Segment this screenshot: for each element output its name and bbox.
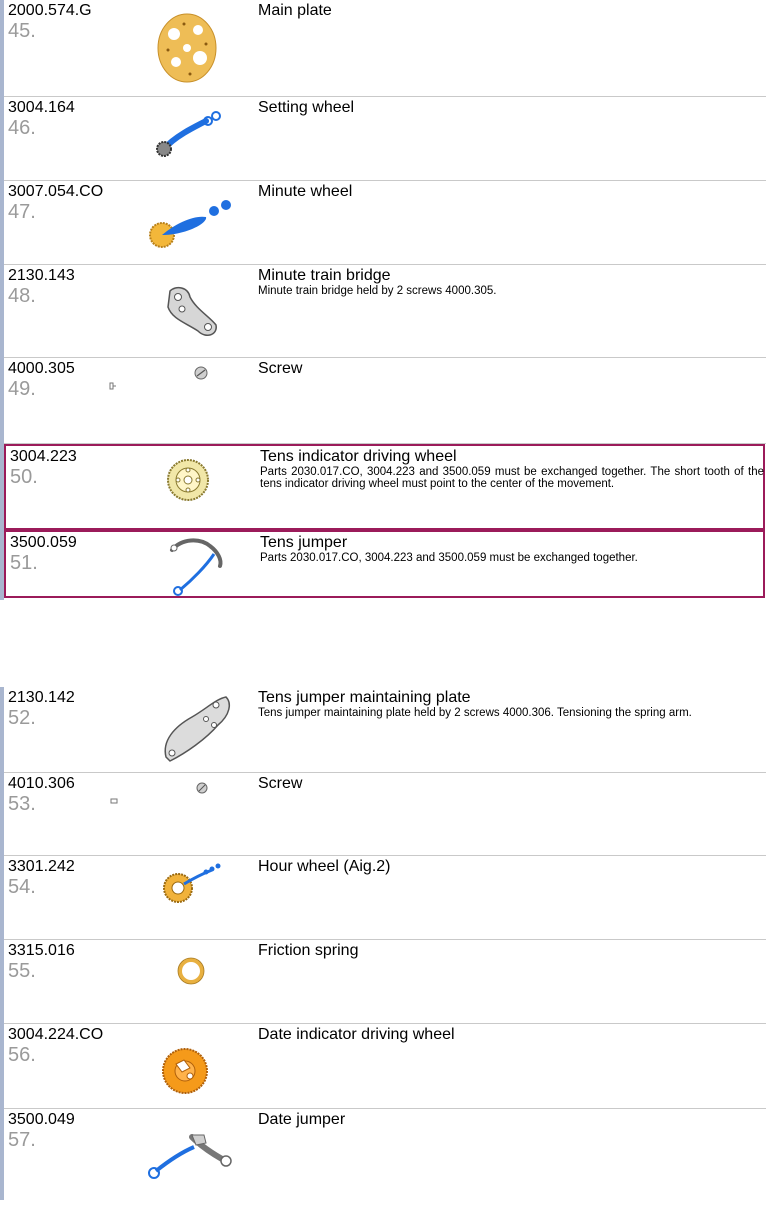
friction-spring-icon [177,957,205,985]
part-reference: 4000.305 [8,360,75,377]
part-description: Minute train bridge held by 2 screws 400… [258,285,497,297]
part-reference: 3004.164 [8,99,75,116]
part-reference: 3004.224.CO [8,1026,104,1043]
screw-icon [196,782,208,794]
screw-side-icon [110,798,118,804]
parts-list-section-1: 2000.574.G 45. Main plate 3004.164 46. S… [0,0,767,600]
part-reference: 2130.142 [8,689,75,706]
part-title: Date indicator driving wheel [258,1026,455,1043]
hour-wheel-icon [163,863,221,903]
part-title: Screw [258,360,303,377]
part-reference: 3500.059 [10,534,77,551]
part-number: 49. [8,378,36,400]
part-title: Date jumper [258,1111,346,1128]
date-driving-wheel-icon [162,1048,208,1094]
part-title: Main plate [258,2,332,19]
part-number: 55. [8,960,36,982]
part-reference: 3007.054.CO [8,183,104,200]
part-number: 51. [10,552,38,574]
maintaining-plate-icon [164,696,231,762]
screw-side-icon [109,382,116,390]
part-row: 4000.305 49. Screw [4,358,766,444]
date-jumper-icon [148,1134,232,1179]
part-row: 2130.142 52. Tens jumper maintaining pla… [4,687,766,773]
tens-jumper-icon [170,538,223,596]
part-title: Friction spring [258,942,359,959]
part-number: 47. [8,201,36,223]
part-row: 3500.049 57. Date jumper [4,1109,766,1200]
part-title: Minute wheel [258,183,353,200]
part-reference: 3500.049 [8,1111,75,1128]
part-number: 48. [8,285,36,307]
part-title: Tens jumper maintaining plate [258,689,471,706]
part-title: Hour wheel (Aig.2) [258,858,391,875]
part-reference: 2130.143 [8,267,75,284]
part-number: 45. [8,20,36,42]
part-reference: 4010.306 [8,775,75,792]
part-number: 57. [8,1129,36,1151]
part-number: 56. [8,1044,36,1066]
part-row: 4010.306 53. Screw [4,773,766,856]
main-plate-icon [157,13,217,83]
part-description: Tens jumper maintaining plate held by 2 … [258,707,692,719]
part-reference: 3301.242 [8,858,75,875]
part-row: 2000.574.G 45. Main plate [4,0,766,97]
minute-wheel-icon [149,200,231,248]
part-row: 3004.224.CO 56. Date indicator driving w… [4,1024,766,1109]
part-number: 46. [8,117,36,139]
part-row: 3315.016 55. Friction spring [4,940,766,1024]
part-title: Screw [258,775,303,792]
part-title: Tens indicator driving wheel [260,448,457,465]
part-description: Parts 2030.017.CO, 3004.223 and 3500.059… [260,466,764,490]
part-description: Parts 2030.017.CO, 3004.223 and 3500.059… [260,552,638,564]
part-title: Setting wheel [258,99,355,116]
part-row-highlighted: 3500.059 51. Tens jumper Parts 2030.017.… [4,530,765,598]
part-row-highlighted: 3004.223 50. Tens indicator driving whee… [4,444,765,530]
part-number: 52. [8,707,36,729]
parts-list-section-2: 2130.142 52. Tens jumper maintaining pla… [0,687,767,1205]
part-title: Tens jumper [260,534,348,551]
setting-wheel-icon [156,111,221,157]
part-reference: 2000.574.G [8,2,92,19]
part-row: 3004.164 46. Setting wheel [4,97,766,181]
part-reference: 3315.016 [8,942,75,959]
part-row: 3301.242 54. Hour wheel (Aig.2) [4,856,766,940]
part-number: 54. [8,876,36,898]
part-reference: 3004.223 [10,448,77,465]
tens-driving-wheel-icon [167,459,209,501]
bridge-icon [167,286,217,336]
part-title: Minute train bridge [258,267,391,284]
part-number: 53. [8,793,36,815]
part-row: 3007.054.CO 47. Minute wheel [4,181,766,265]
part-number: 50. [10,466,38,488]
part-row: 2130.143 48. Minute train bridge Minute … [4,265,766,358]
screw-icon [194,366,208,380]
